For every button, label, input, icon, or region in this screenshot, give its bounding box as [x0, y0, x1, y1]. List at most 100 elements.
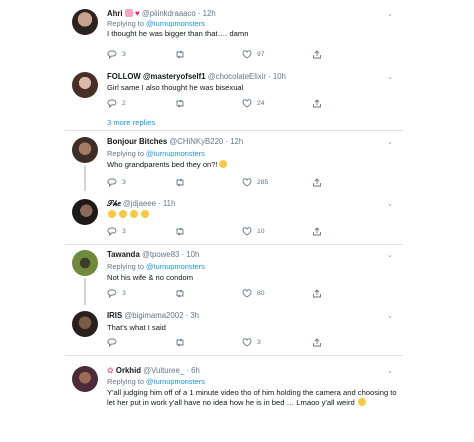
- retweet-icon: [176, 338, 184, 347]
- reply-icon: [107, 178, 117, 187]
- like-button[interactable]: 24: [242, 99, 265, 108]
- share-button[interactable]: [312, 178, 322, 187]
- timestamp[interactable]: 10h: [186, 250, 199, 259]
- chevron-down-icon[interactable]: ⌄: [387, 367, 393, 375]
- reply-count: 3: [122, 290, 126, 297]
- reply-count: 2: [122, 100, 126, 107]
- tweet-actions: 3 80: [107, 289, 357, 299]
- timestamp[interactable]: 3h: [190, 311, 199, 320]
- display-name[interactable]: 𝒮𝒽𝑒: [107, 199, 121, 208]
- display-name[interactable]: Orkhid: [116, 366, 141, 375]
- display-name[interactable]: Tawanda: [107, 250, 140, 259]
- share-icon: [313, 178, 321, 187]
- laughing-emoji-icon: [119, 210, 128, 218]
- handle[interactable]: @piiinkdraaaco: [142, 9, 196, 18]
- chevron-down-icon[interactable]: ⌄: [387, 251, 393, 259]
- reply-mention-link[interactable]: @turnupmonsters: [146, 377, 205, 386]
- tweet-ahri[interactable]: Ahri ♥ @piiinkdraaaco · 12h ⌄ Replying t…: [65, 0, 403, 70]
- like-button[interactable]: 10: [242, 227, 265, 236]
- separator: ·: [195, 9, 203, 18]
- handle[interactable]: @Vulturee_: [143, 366, 184, 375]
- like-count: 80: [257, 290, 265, 297]
- replying-to-label: Replying to: [107, 377, 144, 386]
- avatar[interactable]: [72, 9, 98, 35]
- handle[interactable]: @CHiNKyB220: [169, 137, 223, 146]
- timestamp[interactable]: 10h: [273, 72, 286, 81]
- retweet-button[interactable]: [175, 50, 190, 59]
- display-name[interactable]: FOLLOW @masteryofself1: [107, 72, 206, 81]
- chevron-down-icon[interactable]: ⌄: [387, 312, 393, 320]
- reply-button[interactable]: 2: [107, 99, 126, 108]
- handle[interactable]: @chocolateElixir: [208, 72, 266, 81]
- tweet-iris[interactable]: IRIS @bigimama2002 · 3h ⌄ That's what I …: [65, 305, 403, 353]
- chevron-down-icon[interactable]: ⌄: [387, 10, 393, 18]
- retweet-button[interactable]: [175, 289, 190, 298]
- retweet-icon: [176, 99, 184, 108]
- reply-button[interactable]: 3: [107, 178, 126, 187]
- reply-count: 3: [122, 51, 126, 58]
- sparkle-heart-emoji-icon: [124, 9, 133, 17]
- handle[interactable]: @bigimama2002: [124, 311, 183, 320]
- display-name[interactable]: Ahri: [107, 9, 123, 18]
- timestamp[interactable]: 12h: [230, 137, 243, 146]
- tweet-orkhid[interactable]: ✿ Orkhid @Vulturee_ · 6h ⌄ Replying to @…: [65, 356, 403, 442]
- like-count: 24: [257, 100, 265, 107]
- reply-count: 3: [122, 179, 126, 186]
- display-name[interactable]: IRIS: [107, 311, 122, 320]
- avatar[interactable]: [72, 250, 98, 276]
- red-heart-emoji-icon: ♥: [134, 9, 140, 18]
- timestamp[interactable]: 12h: [203, 9, 216, 18]
- thread-line: [84, 165, 86, 191]
- reply-mention-link[interactable]: @turnupmonsters: [146, 149, 205, 158]
- reply-button[interactable]: 3: [107, 227, 126, 236]
- like-button[interactable]: 285: [242, 178, 268, 187]
- grimace-emoji-icon: [218, 160, 227, 168]
- chevron-down-icon[interactable]: ⌄: [387, 73, 393, 81]
- tweet-bonjour-bitches[interactable]: Bonjour Bitches @CHiNKyB220 · 12h ⌄ Repl…: [65, 131, 403, 191]
- avatar[interactable]: [72, 199, 98, 225]
- separator: ·: [155, 199, 163, 208]
- like-button[interactable]: 97: [242, 50, 265, 59]
- retweet-icon: [176, 227, 184, 236]
- share-icon: [313, 227, 321, 236]
- separator: ·: [265, 72, 273, 81]
- like-button[interactable]: 80: [242, 289, 265, 298]
- retweet-button[interactable]: [175, 99, 190, 108]
- retweet-icon: [176, 289, 184, 298]
- chevron-down-icon[interactable]: ⌄: [387, 200, 393, 208]
- tweet-text: I thought he was bigger than that…. damn: [107, 29, 249, 38]
- reply-button[interactable]: 3: [107, 50, 126, 59]
- show-more-replies-link[interactable]: 3 more replies: [107, 118, 155, 127]
- retweet-icon: [176, 50, 184, 59]
- share-button[interactable]: [312, 227, 322, 236]
- timestamp[interactable]: 6h: [191, 366, 200, 375]
- avatar[interactable]: [72, 72, 98, 98]
- handle[interactable]: @tpowe83: [142, 250, 179, 259]
- share-icon: [313, 50, 321, 59]
- tweet-jdjaeee[interactable]: 𝒮𝒽𝑒 @jdjaeee · 11h ⌄ 3 10: [65, 191, 403, 245]
- retweet-button[interactable]: [175, 178, 190, 187]
- avatar[interactable]: [72, 366, 98, 392]
- reply-mention-link[interactable]: @turnupmonsters: [146, 262, 205, 271]
- tweet-tawanda[interactable]: Tawanda @tpowe83 · 10h ⌄ Replying to @tu…: [65, 245, 403, 305]
- share-button[interactable]: [312, 289, 322, 298]
- like-icon: [242, 178, 252, 187]
- like-button[interactable]: 3: [242, 338, 261, 347]
- retweet-button[interactable]: [175, 338, 190, 347]
- avatar[interactable]: [72, 137, 98, 163]
- share-button[interactable]: [312, 338, 322, 347]
- tweet-text: Girl same I also thought he was bisexual: [107, 83, 244, 92]
- chevron-down-icon[interactable]: ⌄: [387, 138, 393, 146]
- display-name[interactable]: Bonjour Bitches: [107, 137, 167, 146]
- timestamp[interactable]: 11h: [163, 199, 175, 208]
- reply-button[interactable]: 3: [107, 289, 126, 298]
- handle[interactable]: @jdjaeee: [123, 199, 156, 208]
- tweet-chocolateelixir[interactable]: FOLLOW @masteryofself1 @chocolateElixir …: [65, 62, 403, 134]
- reply-mention-link[interactable]: @turnupmonsters: [146, 19, 205, 28]
- avatar[interactable]: [72, 311, 98, 337]
- retweet-button[interactable]: [175, 227, 190, 236]
- reply-button[interactable]: [107, 338, 122, 347]
- laughing-emoji-icon: [357, 398, 366, 406]
- share-button[interactable]: [312, 99, 322, 108]
- share-button[interactable]: [312, 50, 322, 59]
